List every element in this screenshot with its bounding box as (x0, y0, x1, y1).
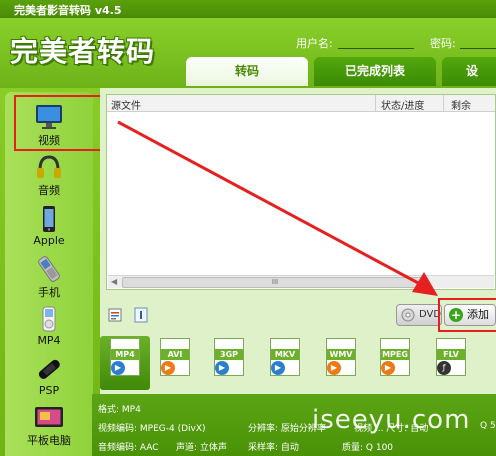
sidebar-item-label: 手机 (38, 286, 60, 299)
format-flv[interactable]: FLV ƒ (430, 338, 470, 384)
tab-transcode[interactable]: 转码 (186, 57, 308, 86)
iphone-icon (43, 206, 55, 232)
title-bar: 完美者影音转码 v4.5 (0, 0, 496, 18)
format-label: MKV (271, 349, 299, 360)
phone-icon (38, 256, 60, 282)
info-quality: 质量: Q 100 (342, 443, 394, 453)
format-wmv[interactable]: WMV ▶ (320, 338, 360, 384)
sidebar-item-audio[interactable]: 音频 (5, 150, 93, 200)
sidebar-item-apple[interactable]: Apple (5, 202, 93, 252)
format-mkv[interactable]: MKV ▶ (264, 338, 304, 384)
watermark: iseeyu.com (312, 405, 471, 435)
play-icon: ▶ (271, 361, 285, 375)
app-logo: 完美者转码 (10, 35, 156, 68)
sidebar-item-label: Apple (33, 234, 65, 247)
username-label: 用户名: (296, 37, 333, 50)
password-input[interactable] (460, 48, 496, 49)
format-label: MPEG (381, 349, 409, 360)
info-sample-rate: 采样率: 自动 (248, 443, 299, 453)
format-label: WMV (327, 349, 355, 360)
sidebar-item-mp4[interactable]: MP4 (5, 302, 93, 352)
file-doc-icon: FLV ƒ (436, 338, 466, 376)
info-quality-right: Q 5 (480, 421, 496, 431)
sidebar-item-label: 平板电脑 (27, 434, 71, 447)
column-divider (443, 95, 444, 111)
dvd-button[interactable]: DVD (396, 304, 442, 326)
play-icon: ▶ (111, 361, 125, 375)
file-doc-icon: MP4 ▶ (110, 338, 140, 376)
password-label: 密码: (430, 37, 456, 50)
file-list[interactable]: 源文件 状态/进度 剩余 ◀ III (106, 94, 496, 290)
format-mpeg[interactable]: MPEG ▶ (374, 338, 414, 384)
column-source-file[interactable]: 源文件 (111, 97, 141, 112)
scroll-thumb[interactable]: III (122, 277, 428, 288)
disc-icon (401, 308, 415, 322)
format-label: 3GP (215, 349, 243, 360)
sidebar-item-label: MP4 (37, 334, 61, 347)
add-highlight-box (438, 298, 496, 332)
format-label: AVI (161, 349, 189, 360)
username-input[interactable] (338, 48, 414, 49)
sidebar-item-psp[interactable]: PSP (5, 352, 93, 402)
file-doc-icon: 3GP ▶ (214, 338, 244, 376)
video-highlight-box (14, 95, 105, 151)
window-title: 完美者影音转码 v4.5 (14, 4, 122, 17)
sidebar-item-tablet[interactable]: 平板电脑 (5, 400, 93, 450)
column-remaining[interactable]: 剩余 (451, 97, 471, 112)
info-channels: 声道: 立体声 (176, 443, 227, 453)
flash-icon: ƒ (437, 361, 451, 375)
format-3gp[interactable]: 3GP ▶ (208, 338, 248, 384)
column-divider (375, 95, 376, 111)
app-window: 完美者影音转码 v4.5 完美者转码 用户名: 密码: 转码 已完成列表 设 视… (0, 0, 496, 456)
format-avi[interactable]: AVI ▶ (154, 338, 194, 384)
scroll-left-icon[interactable]: ◀ (111, 277, 117, 286)
horizontal-scrollbar[interactable]: ◀ III (108, 275, 494, 288)
info-icon[interactable] (134, 307, 148, 323)
format-mp4[interactable]: MP4 ▶ (104, 338, 144, 384)
file-list-header: 源文件 状态/进度 剩余 (107, 95, 495, 112)
play-icon: ▶ (327, 361, 341, 375)
psp-icon (38, 359, 60, 379)
sidebar-item-label: PSP (38, 384, 60, 397)
info-format: 格式: MP4 (98, 405, 141, 415)
file-doc-icon: WMV ▶ (326, 338, 356, 376)
file-doc-icon: MPEG ▶ (380, 338, 410, 376)
scroll-grip: III (271, 278, 279, 286)
column-status-progress[interactable]: 状态/进度 (381, 97, 424, 112)
info-audio-codec: 音频编码: AAC (98, 443, 159, 453)
headphones-icon (37, 155, 61, 178)
tab-settings[interactable]: 设 (442, 57, 496, 86)
format-label: FLV (437, 349, 465, 360)
sidebar-item-phone[interactable]: 手机 (5, 252, 93, 302)
mp4-player-icon (42, 306, 56, 332)
tab-completed-list[interactable]: 已完成列表 (314, 57, 436, 86)
file-doc-icon: MKV ▶ (270, 338, 300, 376)
play-icon: ▶ (215, 361, 229, 375)
sidebar-item-label: 音频 (38, 184, 60, 197)
tablet-icon (35, 407, 63, 427)
info-video-codec: 视频编码: MPEG-4 (DivX) (98, 424, 206, 434)
format-label: MP4 (111, 349, 139, 360)
play-icon: ▶ (381, 361, 395, 375)
file-doc-icon: AVI ▶ (160, 338, 190, 376)
play-icon: ▶ (161, 361, 175, 375)
list-settings-icon[interactable] (108, 308, 122, 322)
